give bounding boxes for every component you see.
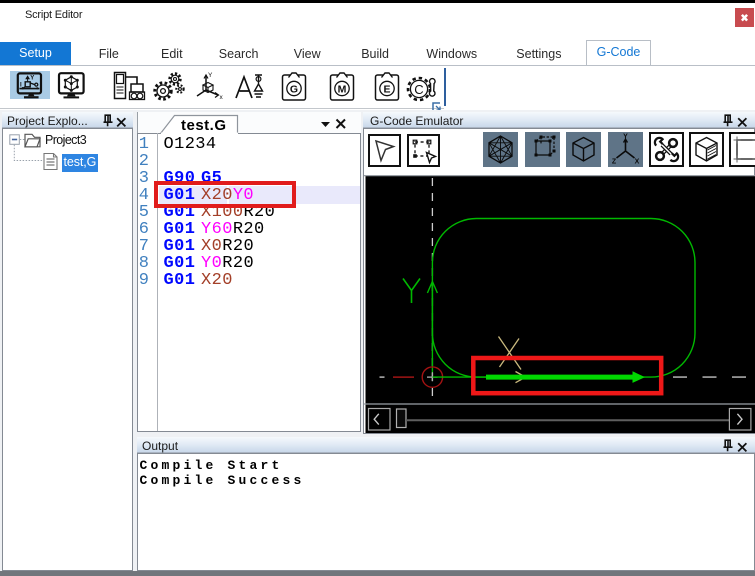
svg-text:I: I bbox=[20, 83, 22, 89]
svg-text:X: X bbox=[634, 158, 639, 165]
svg-text:Y: Y bbox=[623, 133, 628, 140]
svg-text:C: C bbox=[414, 82, 423, 97]
svg-text:M: M bbox=[337, 84, 346, 96]
svg-text:x: x bbox=[220, 94, 224, 101]
svg-text:G: G bbox=[290, 84, 298, 96]
svg-text:Z: Z bbox=[611, 158, 616, 165]
svg-text:Y: Y bbox=[30, 76, 34, 82]
svg-text:Y: Y bbox=[208, 72, 213, 79]
svg-text:E: E bbox=[383, 84, 390, 96]
